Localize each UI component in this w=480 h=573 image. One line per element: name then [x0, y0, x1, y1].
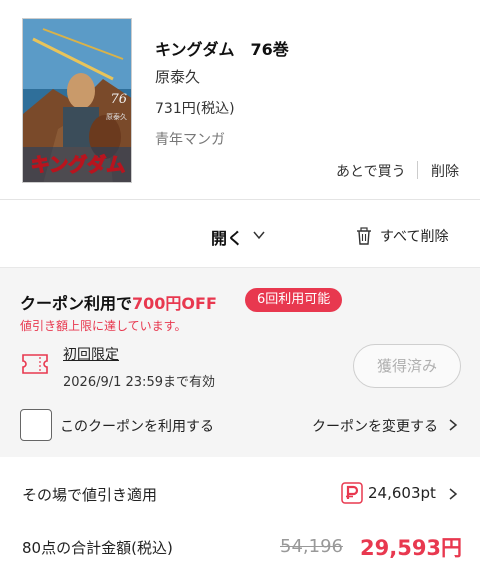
trash-icon[interactable]: [356, 227, 372, 245]
coupon-ticket-icon: [22, 354, 48, 374]
chevron-right-icon[interactable]: [448, 419, 458, 431]
original-total-price: 54,196: [280, 536, 343, 557]
coupon-heading-prefix: クーポン利用で: [20, 294, 133, 313]
cover-logo-text: キングダム: [31, 153, 125, 176]
coupon-discount-amount: 700円OFF: [132, 294, 217, 313]
cover-volume-number: 76: [110, 92, 127, 107]
cart-item: キングダム 76 原泰久 キングダム 76巻 原泰久 731円(税込) 青年マン…: [0, 0, 480, 200]
discounted-total-price: 29,593円: [360, 536, 463, 560]
acquired-button[interactable]: 獲得済み: [353, 344, 461, 388]
item-genre: 青年マンガ: [155, 132, 225, 148]
points-balance: 24,603pt: [368, 484, 436, 502]
item-title[interactable]: キングダム 76巻: [155, 36, 289, 60]
instant-discount-label: その場で値引き適用: [22, 486, 158, 504]
book-cover-image[interactable]: キングダム 76 原泰久: [22, 18, 132, 183]
coupon-expiry: 2026/9/1 23:59まで有効: [63, 375, 215, 390]
list-actions-bar: 開く すべて削除: [0, 201, 480, 267]
coupon-heading: クーポン利用で700円OFF: [20, 290, 217, 314]
total-label: 80点の合計金額(税込): [22, 539, 173, 557]
discount-limit-notice: 値引き額上限に達しています。: [20, 319, 187, 333]
chevron-down-icon[interactable]: [252, 228, 266, 242]
buy-later-button[interactable]: あとで買う: [336, 161, 406, 181]
item-price: 731円(税込): [155, 101, 235, 117]
usage-count-badge: 6回利用可能: [245, 288, 343, 312]
open-toggle-button[interactable]: 開く: [211, 225, 243, 249]
delete-item-button[interactable]: 削除: [431, 161, 459, 181]
points-p-icon: [341, 482, 363, 504]
total-row: 80点の合計金額(税込) 54,196 29,593円: [0, 520, 480, 573]
use-coupon-checkbox[interactable]: [20, 409, 52, 441]
delete-all-button[interactable]: すべて削除: [380, 226, 448, 246]
chevron-right-icon[interactable]: [448, 488, 458, 500]
item-author: 原泰久: [155, 68, 201, 86]
cover-author-text: 原泰久: [106, 112, 127, 121]
first-time-only-link[interactable]: 初回限定: [63, 344, 119, 364]
use-coupon-label[interactable]: このクーポンを利用する: [60, 416, 214, 436]
coupon-panel: クーポン利用で700円OFF 6回利用可能 値引き額上限に達しています。 初回限…: [0, 267, 480, 457]
instant-discount-row[interactable]: その場で値引き適用 24,603pt: [0, 470, 480, 520]
action-divider: [417, 161, 418, 179]
change-coupon-link[interactable]: クーポンを変更する: [312, 416, 438, 436]
